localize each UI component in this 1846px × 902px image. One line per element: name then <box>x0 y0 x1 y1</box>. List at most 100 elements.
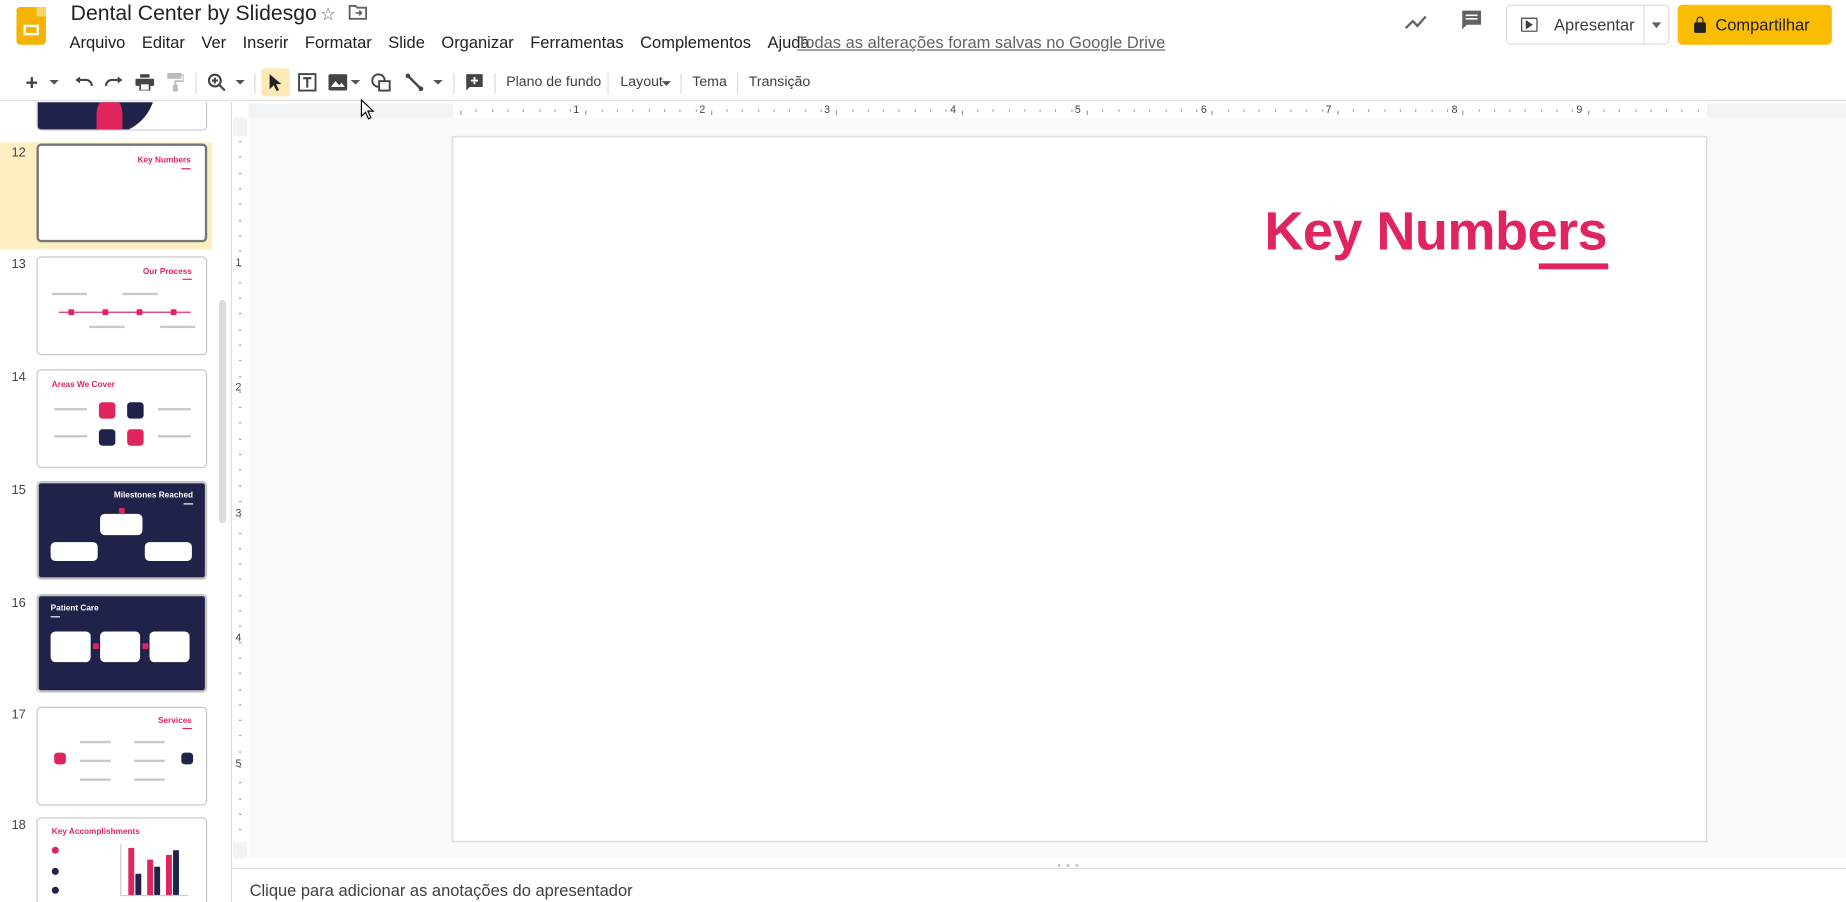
chevron-down-icon <box>49 79 59 85</box>
select-tool-button[interactable] <box>261 68 290 97</box>
filmstrip-scrollbar[interactable] <box>218 299 227 524</box>
print-button[interactable] <box>132 68 158 96</box>
menu-arrange[interactable]: Organizar <box>433 33 522 52</box>
thumb-title: Patient Care <box>50 604 99 613</box>
ruler-tick <box>1290 109 1292 112</box>
ruler-tick <box>238 422 242 424</box>
thumb-card <box>50 631 91 663</box>
ruler-label: 1 <box>573 103 580 116</box>
paint-format-button[interactable] <box>162 68 188 96</box>
menu-insert[interactable]: Inserir <box>234 33 296 52</box>
document-title[interactable]: Dental Center by Slidesgo <box>71 1 317 26</box>
new-slide-layout-dropdown[interactable] <box>47 68 61 96</box>
thumb-dot <box>102 309 109 316</box>
zoom-dropdown[interactable] <box>233 68 247 96</box>
ruler-label: 2 <box>699 103 706 116</box>
comments-icon[interactable] <box>1457 9 1485 37</box>
thumb-underline <box>183 503 194 505</box>
slides-logo-icon[interactable] <box>16 7 46 45</box>
slide-title[interactable]: Key Numbers <box>1264 199 1607 263</box>
ruler-tick <box>238 641 242 643</box>
ruler-label: 6 <box>1200 103 1207 116</box>
menu-addons[interactable]: Complementos <box>632 33 759 52</box>
ruler-tick <box>1117 109 1120 112</box>
add-comment-button[interactable] <box>462 68 488 96</box>
ruler-tick <box>238 813 242 815</box>
theme-button[interactable]: Tema <box>692 73 727 89</box>
line-dropdown[interactable] <box>432 68 444 96</box>
title-underline[interactable] <box>1538 263 1609 270</box>
ruler-tick <box>238 657 242 659</box>
image-dropdown[interactable] <box>350 68 362 96</box>
thumb-icon-box <box>181 752 194 765</box>
thumb-card <box>100 513 143 536</box>
star-icon[interactable]: ☆ <box>320 4 336 25</box>
ruler-tick <box>238 594 242 596</box>
slide-number: 18 <box>11 818 26 833</box>
new-slide-button[interactable]: + <box>19 68 45 96</box>
ruler-tick <box>238 360 242 362</box>
slide-thumbnail-18[interactable]: Key Accomplishments <box>36 817 208 902</box>
slide-canvas[interactable]: Key Numbers <box>452 136 1708 843</box>
share-button[interactable]: Compartilhar <box>1677 4 1832 45</box>
horizontal-ruler[interactable]: 1 2 3 4 5 6 7 8 9 <box>248 103 1846 118</box>
slide-thumbnail-17[interactable]: Services <box>36 706 208 806</box>
slide-filmstrip[interactable]: 12 Key Numbers 13 Our Process 14 Areas W… <box>0 102 232 902</box>
line-tool-button[interactable] <box>401 68 427 96</box>
ruler-tick <box>1650 109 1652 112</box>
zoom-button[interactable] <box>204 68 230 96</box>
thumb-text <box>80 740 111 744</box>
slide-thumbnail-11[interactable] <box>36 102 208 131</box>
slide-thumbnail-14[interactable]: Areas We Cover <box>36 369 208 469</box>
chevron-down-icon <box>433 79 443 85</box>
thumb-text <box>134 740 165 744</box>
activity-trend-icon[interactable] <box>1402 9 1430 37</box>
ruler-tick <box>238 829 242 831</box>
ruler-tick <box>914 109 916 112</box>
redo-button[interactable] <box>101 68 127 96</box>
toolbar-separator <box>254 72 256 95</box>
ruler-tick <box>1478 109 1480 112</box>
ruler-tick <box>238 219 242 221</box>
save-status-link[interactable]: Todas as alterações foram salvas no Goog… <box>797 33 1165 52</box>
shape-button[interactable] <box>368 68 394 96</box>
menu-tools[interactable]: Ferramentas <box>522 33 632 52</box>
ruler-tick <box>238 704 242 706</box>
background-button[interactable]: Plano de fundo <box>506 73 601 89</box>
ruler-tick <box>1274 109 1276 112</box>
move-folder-icon[interactable] <box>348 4 368 25</box>
ruler-tick <box>238 234 242 237</box>
slide-number: 15 <box>11 483 26 498</box>
menu-edit[interactable]: Editar <box>134 33 194 52</box>
menu-format[interactable]: Formatar <box>297 33 380 52</box>
ruler-tick <box>742 109 744 112</box>
transition-button[interactable]: Transição <box>749 73 811 89</box>
ruler-tick <box>1681 109 1683 112</box>
ruler-tick <box>238 625 242 628</box>
toolbar-separator <box>494 72 496 95</box>
menu-slide[interactable]: Slide <box>380 33 433 52</box>
slide-number: 13 <box>11 257 26 272</box>
undo-button[interactable] <box>71 68 97 96</box>
speaker-notes[interactable]: Clique para adicionar as anotações do ap… <box>233 867 1846 902</box>
present-options-dropdown[interactable] <box>1645 6 1669 44</box>
slide-thumbnail-16[interactable]: Patient Care <box>36 593 208 693</box>
thumb-card <box>50 542 98 561</box>
menu-file[interactable]: Arquivo <box>61 33 133 52</box>
ruler-tick <box>1008 109 1010 112</box>
text-box-button[interactable] <box>294 68 320 96</box>
layout-button[interactable]: Layout <box>620 73 662 89</box>
insert-image-button[interactable] <box>325 68 351 96</box>
thumb-title: Services <box>157 717 192 726</box>
vertical-ruler[interactable]: 1 2 3 4 5 <box>233 117 248 859</box>
ruler-tick <box>601 109 603 112</box>
ruler-tick <box>1039 109 1041 112</box>
ruler-tick <box>1211 110 1214 116</box>
menu-view[interactable]: Ver <box>193 33 234 52</box>
present-button[interactable]: Apresentar <box>1507 5 1645 44</box>
slide-thumbnail-13[interactable]: Our Process <box>36 256 208 356</box>
slide-thumbnail-15[interactable]: Milestones Reached <box>36 480 208 580</box>
ruler-tick <box>460 110 462 116</box>
ruler-tick <box>1493 109 1495 112</box>
slide-thumbnail-12[interactable]: Key Numbers <box>36 143 208 243</box>
